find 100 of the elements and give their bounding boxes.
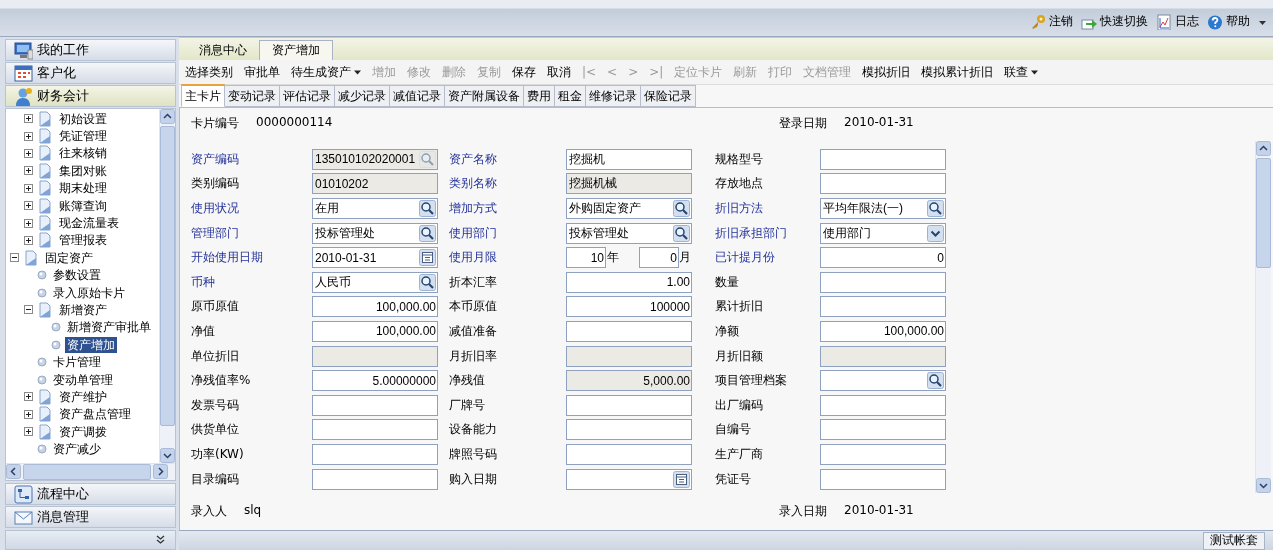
input-field[interactable]: 01010202 [312,173,438,195]
nav-button[interactable]: 客户化 [5,62,176,84]
lookup-field[interactable]: 人民币 [312,271,438,293]
scrollbar[interactable] [6,463,175,480]
tree-item[interactable]: 账簿查询 [57,197,109,214]
search-icon[interactable] [419,224,436,242]
dropdown-icon[interactable] [927,224,944,242]
scrollbar[interactable] [1255,141,1271,493]
input-field[interactable] [820,394,946,416]
input-field[interactable]: 100000 [566,296,692,318]
input-field[interactable] [820,419,946,441]
tree-item[interactable]: 现金流量表 [57,215,121,232]
tree-item[interactable]: 卡片管理 [51,354,103,371]
tree-item[interactable]: 期末处理 [57,180,109,197]
input-field[interactable] [566,320,692,342]
input-field[interactable]: 1.00 [566,271,692,293]
search-icon[interactable] [927,372,944,390]
tab[interactable]: 主卡片 [181,84,225,107]
collapse-icon[interactable] [24,305,33,315]
tree-item[interactable]: 资产调拨 [57,423,109,440]
input-field[interactable]: 100,000.00 [312,320,438,342]
tab[interactable]: 租金 [555,85,586,107]
search-icon[interactable] [419,200,436,217]
input-field[interactable] [566,419,692,441]
input-field[interactable] [820,173,946,195]
tree-item[interactable]: 凭证管理 [57,128,109,145]
input-field[interactable] [566,345,692,367]
expand-icon[interactable] [24,218,33,228]
tree-item[interactable]: 变动单管理 [51,371,115,388]
dropdown-field[interactable]: 使用部门 [820,222,946,244]
tree-item[interactable]: 新增资产审批单 [65,319,153,336]
search-icon[interactable] [927,200,944,217]
tree-item[interactable]: 固定资产 [43,249,95,266]
input-field[interactable] [820,443,946,465]
scroll-up-icon[interactable] [160,109,175,124]
input-field[interactable] [820,345,946,367]
input-field[interactable]: 100,000.00 [312,296,438,318]
input-field[interactable] [820,296,946,318]
scroll-down-icon[interactable] [1256,478,1271,493]
expand-icon[interactable] [24,201,33,211]
header-link[interactable]: 日志 [1156,13,1199,30]
nav-button[interactable]: 消息管理 [5,506,176,528]
header-link[interactable]: 注销 [1030,13,1073,30]
input-field[interactable] [820,468,946,490]
input-field[interactable] [566,443,692,465]
calendar-icon[interactable] [673,470,690,488]
input-field[interactable] [312,468,438,490]
tree-item[interactable]: 资产增加 [65,336,117,353]
input-field[interactable] [820,148,946,170]
input-field[interactable]: 挖掘机械 [566,173,692,195]
tab[interactable]: 减少记录 [335,85,390,107]
tab[interactable]: 资产增加 [259,40,333,60]
expand-icon[interactable] [24,409,33,419]
input-field[interactable]: 0 [820,247,946,269]
expand-icon[interactable] [24,427,33,437]
expand-icon[interactable] [24,166,33,176]
tab[interactable]: 保险记录 [641,85,696,107]
expand-icon[interactable] [24,183,33,193]
tree-item[interactable]: 资产维护 [57,388,109,405]
input-field[interactable]: 挖掘机 [566,148,692,170]
nav-button[interactable]: 流程中心 [5,483,176,505]
expand-icon[interactable] [24,148,33,158]
tab[interactable]: 维修记录 [586,85,641,107]
double-chevron-icon[interactable] [156,535,165,545]
input-field[interactable]: 100,000.00 [820,320,946,342]
tab[interactable]: 评估记录 [280,85,335,107]
tree-item[interactable]: 新增资产 [57,302,109,318]
tab[interactable]: 变动记录 [225,85,280,107]
lookup-field[interactable]: 在用 [312,198,438,219]
date-field[interactable] [566,468,692,490]
toolbar-button[interactable]: 待生成资产 [291,63,361,81]
header-link[interactable]: 帮助 [1207,13,1250,30]
tree-item[interactable]: 初始设置 [57,110,109,127]
input-field[interactable]: 5,000.00 [566,370,692,392]
input-field[interactable]: 10 [566,247,606,269]
expand-icon[interactable] [24,235,33,245]
scroll-left-icon[interactable] [6,464,21,479]
search-icon[interactable] [673,200,690,217]
lookup-field[interactable]: 投标管理处 [312,222,438,244]
input-field[interactable]: 5.00000000 [312,370,438,392]
tree-item[interactable]: 往来核销 [57,145,109,162]
search-icon[interactable] [419,273,436,291]
input-field[interactable] [312,394,438,416]
search-icon[interactable] [673,224,690,242]
collapse-icon[interactable] [10,253,19,263]
nav-button[interactable]: 我的工作 [5,39,176,61]
input-field[interactable]: 0 [639,247,679,269]
input-field[interactable] [312,345,438,367]
lookup-field[interactable]: 135010102020001 [312,148,438,170]
tab[interactable]: 资产附属设备 [445,85,524,107]
scroll-up-icon[interactable] [1256,141,1271,156]
tab[interactable]: 减值记录 [390,85,445,107]
calendar-icon[interactable] [419,249,436,267]
scrollbar[interactable] [159,109,175,463]
toolbar-button[interactable]: 保存 [512,63,536,81]
scroll-right-icon[interactable] [153,464,168,479]
toolbar-button[interactable]: 审批单 [244,63,280,81]
toolbar-button[interactable]: 选择类别 [185,63,233,81]
lookup-field[interactable]: 投标管理处 [566,222,692,244]
tree-item[interactable]: 资产减少 [51,441,103,458]
